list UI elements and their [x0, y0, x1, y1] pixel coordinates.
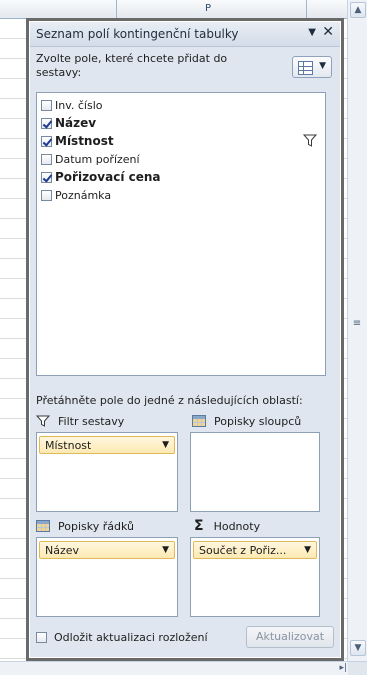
choose-fields-label: Zvolte pole, které chcete přidat do sest…: [36, 52, 228, 79]
table-icon: [192, 415, 206, 427]
row-labels-field-chip[interactable]: Název ▼: [39, 541, 175, 559]
chevron-down-icon[interactable]: ▼: [162, 440, 169, 450]
field-checkbox[interactable]: [41, 135, 52, 147]
chip-label: Součet z Pořiz...: [199, 543, 287, 557]
column-separator: [306, 0, 307, 18]
filter-icon[interactable]: [303, 134, 317, 147]
scroll-up-arrow-icon[interactable]: ▲: [350, 2, 366, 18]
row-labels-drop-area[interactable]: Název ▼: [36, 537, 178, 617]
field-label: Datum pořízení: [55, 152, 140, 166]
field-list-item[interactable]: Inv. číslo: [41, 97, 319, 113]
field-label: Název: [55, 116, 97, 130]
scroll-down-arrow-icon[interactable]: ▼: [350, 640, 366, 656]
chevron-down-icon[interactable]: ▼: [162, 545, 169, 555]
column-labels-header: Popisky sloupců: [192, 413, 301, 429]
field-layout-icon: [298, 61, 313, 75]
pane-title: Seznam polí kontingenční tabulky: [36, 27, 239, 41]
field-list-item[interactable]: Pořizovací cena: [41, 169, 319, 185]
field-label: Místnost: [55, 134, 114, 148]
field-checkbox[interactable]: [41, 117, 52, 129]
update-button[interactable]: Aktualizovat: [246, 626, 334, 648]
table-icon: [36, 520, 50, 532]
values-label: Hodnoty: [213, 519, 261, 533]
field-list: Inv. číslo Název Místnost Datum pořízení Poř…: [36, 92, 326, 376]
report-filter-drop-area[interactable]: Místnost ▼: [36, 432, 178, 512]
chip-label: Místnost: [45, 438, 92, 452]
values-field-chip[interactable]: Součet z Pořiz... ▼: [193, 541, 317, 559]
close-icon[interactable]: ✕: [322, 24, 334, 40]
chip-label: Název: [45, 543, 80, 557]
field-list-item[interactable]: Místnost: [41, 133, 319, 149]
column-labels-drop-area[interactable]: [190, 432, 320, 512]
values-drop-area[interactable]: Součet z Pořiz... ▼: [190, 537, 320, 617]
pane-options-dropdown-icon[interactable]: ▼: [308, 27, 316, 38]
field-checkbox[interactable]: [41, 99, 52, 111]
report-filter-label: Filtr sestavy: [58, 414, 125, 428]
field-list-item[interactable]: Název: [41, 115, 319, 131]
defer-layout-update-checkbox-row[interactable]: Odložit aktualizaci rozložení: [36, 631, 208, 644]
horizontal-scrollbar[interactable]: ▸|: [0, 661, 367, 675]
values-header: Σ Hodnoty: [194, 518, 260, 534]
drag-fields-label: Přetáhněte pole do jedné z následujících…: [36, 394, 303, 407]
field-label: Pořizovací cena: [55, 170, 161, 184]
column-separator: [116, 0, 117, 18]
report-filter-header: Filtr sestavy: [36, 413, 124, 429]
chevron-down-icon[interactable]: ▼: [304, 545, 311, 555]
field-checkbox[interactable]: [41, 171, 52, 183]
column-header-bar: P: [0, 0, 348, 19]
field-label: Inv. číslo: [55, 98, 103, 112]
field-checkbox[interactable]: [41, 153, 52, 165]
pane-title-bar[interactable]: Seznam polí kontingenční tabulky ▼ ✕: [30, 22, 340, 47]
sigma-icon: Σ: [194, 518, 204, 534]
scroll-corner: [348, 662, 367, 675]
chevron-down-icon: ▼: [319, 61, 326, 71]
field-checkbox[interactable]: [41, 189, 52, 201]
field-list-item[interactable]: Datum pořízení: [41, 151, 319, 167]
report-filter-field-chip[interactable]: Místnost ▼: [39, 436, 175, 454]
scroll-grip-icon[interactable]: ≡: [352, 318, 362, 329]
defer-layout-update-checkbox[interactable]: [36, 632, 47, 643]
column-letter[interactable]: P: [205, 3, 211, 14]
defer-layout-update-label: Odložit aktualizaci rozložení: [54, 631, 208, 644]
vertical-scrollbar[interactable]: ▲ ≡ ▼: [347, 0, 367, 662]
pivot-field-list-pane: Seznam polí kontingenční tabulky ▼ ✕ Zvo…: [26, 18, 344, 661]
split-handle-icon[interactable]: ▸|: [339, 663, 347, 673]
row-labels-header: Popisky řádků: [36, 518, 134, 534]
column-labels-label: Popisky sloupců: [214, 414, 302, 428]
row-labels-label: Popisky řádků: [58, 519, 134, 533]
field-label: Poznámka: [55, 188, 112, 202]
filter-icon: [36, 415, 50, 427]
layout-options-button[interactable]: ▼: [292, 56, 332, 78]
field-list-item[interactable]: Poznámka: [41, 187, 319, 203]
pivot-field-list-body: Seznam polí kontingenční tabulky ▼ ✕ Zvo…: [29, 21, 341, 658]
